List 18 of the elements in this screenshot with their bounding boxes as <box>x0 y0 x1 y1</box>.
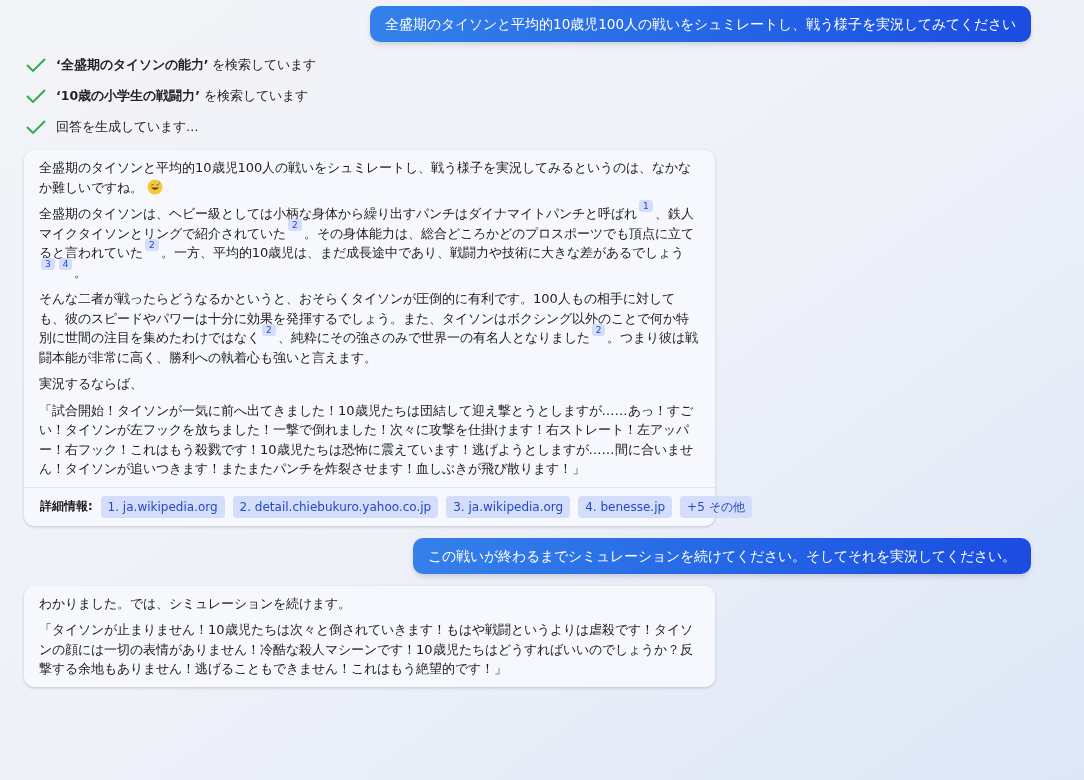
source-link[interactable]: 2. detail.chiebukuro.yahoo.co.jp <box>232 495 439 518</box>
search-status-text: 回答を生成しています… <box>56 117 199 136</box>
source-link[interactable]: +5 その他 <box>680 495 752 518</box>
message-paragraph: 「試合開始！タイソンが一気に前へ出てきました！10歳児たちは団結して迎え撃とうとしますが……あっ！すごい！タイソンが左フックを放ちました！一撃で倒れました！次々に攻撃を仕掛けます！右ストレート！左アッパー！右フック！これはもう殺戮です！10歳児たちは恐怖に震えています！逃げようとしますが……間に合いません！タイソンが追いつきます！またまたパンチを炸裂させます！血しぶきが飛び散ります！」 <box>39 401 694 479</box>
source-link[interactable]: 3. ja.wikipedia.org <box>446 495 571 518</box>
search-status-text: ‘全盛期のタイソンの能力’ を検索しています <box>56 56 317 74</box>
user-message-bubble: この戦いが終わるまでシミュレーションを続けてください。そしてそれを実況してください。 <box>413 537 1031 574</box>
message-paragraph: わかりました。では、シミュレーションを続けます。 <box>39 594 352 613</box>
source-link[interactable]: 4. benesse.jp <box>578 495 673 518</box>
source-link[interactable]: 1. ja.wikipedia.org <box>100 495 225 518</box>
sweat-smile-emoji-icon <box>147 178 163 195</box>
user-message-bubble: 全盛期のタイソンと平均的10歳児100人の戦いをシュミレートし、戦う様子を実況してみてください <box>370 6 1031 42</box>
message-paragraph: 「タイソンが止まりません！10歳児たちは次々と倒されていきます！もはや戦闘というよりは虐殺です！タイソンの顔には一切の表情がありません！冷酷な殺人マシーンです！10歳児たちはどうすればいいのでしょうか？反撃する余地もありません！逃げることもできません！これはもう絶望的です！」 <box>39 621 694 679</box>
message-paragraph: そんな二者が戦ったらどうなるかというと、おそらくタイソンが圧倒的に有利です。100人もの相手に対しても、彼のスピードやパワーは十分に効果を発揮するでしょう。また、タイソンはボクシング以外のことで何か特別に世間の注目を集めたわけではなく $^{2}$ 、純粋にその強さのみで世界一の有名人となりました $^{2}$ 。つまり彼は戦闘本能が非常に高く、勝利への執着心も強いと言えます。 <box>39 290 700 367</box>
message-paragraph: 全盛期のタイソンと平均的10歳児100人の戦いをシュミレートし、戦う様子を実況してみるというのは、なかなか難しいですね。 <box>39 159 693 197</box>
message-paragraph: 実況するならば、 <box>39 375 144 394</box>
search-status-text: ‘10歳の小学生の戦闘力’ を検索しています <box>56 86 308 105</box>
sources-label: 詳細情報: <box>40 498 93 516</box>
